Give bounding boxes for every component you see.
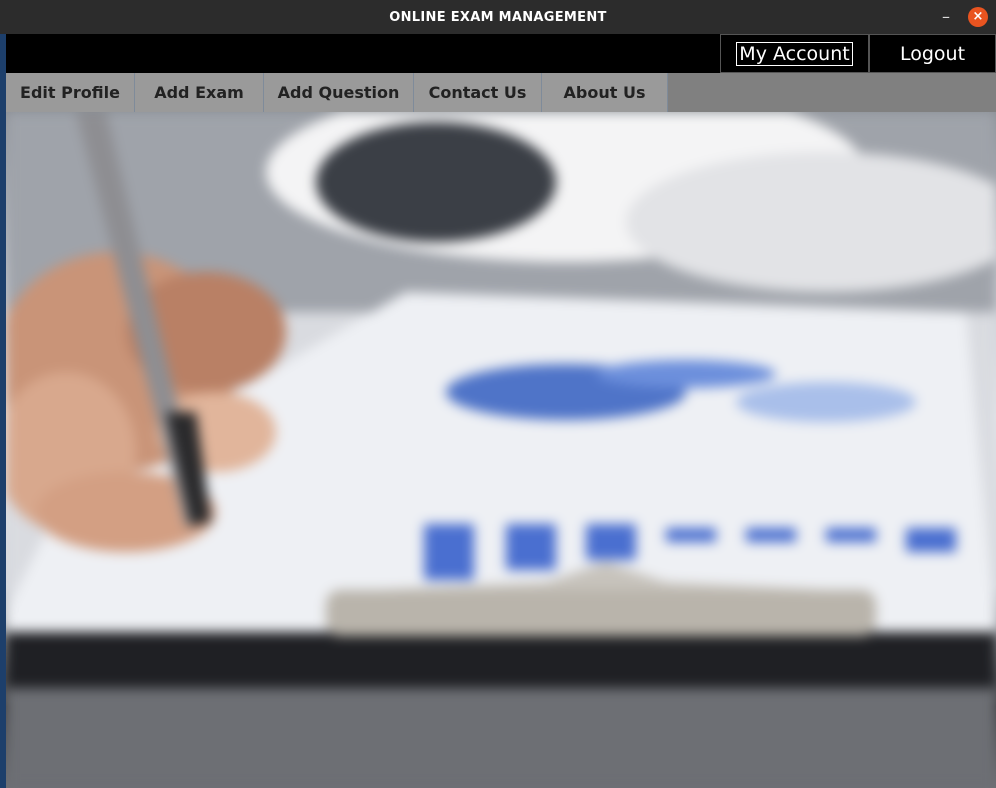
window-titlebar: ONLINE EXAM MANAGEMENT – × xyxy=(0,0,996,34)
menu-add-exam[interactable]: Add Exam xyxy=(135,73,264,112)
window-title: ONLINE EXAM MANAGEMENT xyxy=(389,9,607,25)
my-account-button[interactable]: My Account xyxy=(720,34,869,73)
hero-background-image xyxy=(6,112,996,788)
hero-illustration xyxy=(6,112,996,788)
main-menu: Edit Profile Add Exam Add Question Conta… xyxy=(6,73,996,112)
menu-add-question[interactable]: Add Question xyxy=(264,73,414,112)
window-controls: – × xyxy=(938,6,988,28)
close-icon[interactable]: × xyxy=(968,7,988,27)
minimize-icon[interactable]: – xyxy=(938,9,954,25)
my-account-label: My Account xyxy=(736,41,853,66)
logout-button[interactable]: Logout xyxy=(869,34,996,73)
menu-about-us[interactable]: About Us xyxy=(542,73,668,112)
menu-contact-us[interactable]: Contact Us xyxy=(414,73,542,112)
menu-edit-profile[interactable]: Edit Profile xyxy=(6,73,135,112)
account-bar: My Account Logout xyxy=(6,34,996,73)
